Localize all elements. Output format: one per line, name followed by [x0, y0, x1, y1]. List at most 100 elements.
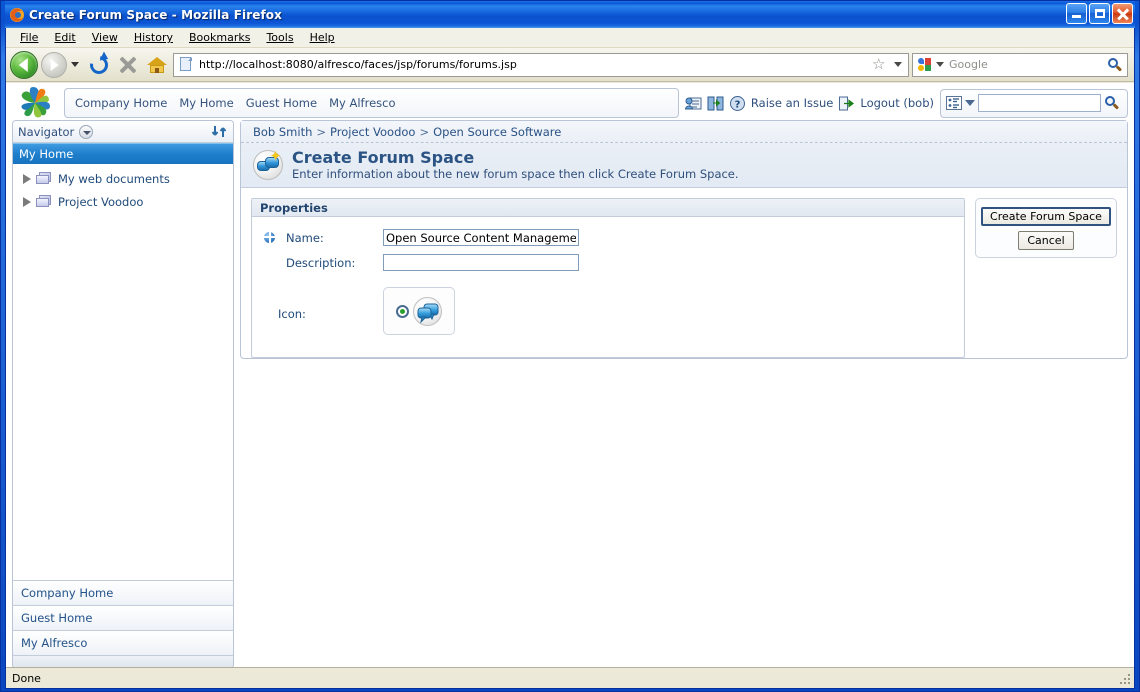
sidebar-links: Company Home Guest Home My Alfresco: [12, 580, 234, 655]
page-title-row: ✦ Create Forum Space Enter information a…: [241, 143, 1127, 188]
page-subtitle: Enter information about the new forum sp…: [292, 167, 739, 181]
icon-radio-forum[interactable]: [396, 304, 409, 318]
page-viewport: Company Home My Home Guest Home My Alfre…: [6, 83, 1134, 667]
field-row-icon: Icon:: [252, 287, 964, 335]
title-bar: Create Forum Space - Mozilla Firefox: [5, 1, 1135, 28]
refresh-icon[interactable]: [211, 123, 228, 140]
folder-icon: [36, 194, 53, 209]
app-search-input[interactable]: [978, 94, 1101, 112]
tree-item-my-web-documents[interactable]: My web documents: [13, 167, 233, 190]
name-input[interactable]: [383, 229, 579, 246]
status-text: Done: [12, 671, 41, 685]
menu-view[interactable]: View: [84, 29, 126, 46]
breadcrumb-item-project-voodoo[interactable]: Project Voodoo: [330, 125, 415, 139]
create-forum-space-panel: Bob Smith > Project Voodoo > Open Source…: [240, 120, 1128, 359]
breadcrumb-item-bob-smith[interactable]: Bob Smith: [253, 125, 312, 139]
field-row-name: Name:: [252, 225, 964, 250]
shortcut-company-home[interactable]: Company Home: [75, 96, 167, 110]
history-dropdown-icon[interactable]: [71, 62, 79, 67]
google-icon: [917, 57, 933, 73]
menu-history[interactable]: History: [126, 29, 181, 46]
menu-bookmarks[interactable]: Bookmarks: [181, 29, 258, 46]
menu-tools-label: Tools: [266, 31, 294, 44]
app-search-go-icon[interactable]: [1104, 95, 1120, 111]
field-row-description: Description:: [252, 250, 964, 275]
menu-edit[interactable]: Edit: [46, 29, 83, 46]
page-title: Create Forum Space: [292, 148, 475, 167]
forward-button[interactable]: [41, 51, 67, 78]
chevron-down-icon[interactable]: [79, 124, 94, 139]
stop-button[interactable]: [115, 52, 141, 78]
app-header: Company Home My Home Guest Home My Alfre…: [6, 83, 1134, 120]
sidebar-link-guest-home[interactable]: Guest Home: [12, 605, 234, 630]
logout-link[interactable]: Logout (bob): [860, 96, 934, 110]
search-options-icon[interactable]: [946, 96, 962, 110]
search-options-dropdown-icon[interactable]: [965, 100, 975, 106]
breadcrumb-separator: >: [316, 124, 327, 139]
folder-icon: [36, 171, 53, 186]
chevron-right-icon[interactable]: [23, 173, 31, 184]
create-forum-space-button[interactable]: Create Forum Space: [981, 207, 1111, 226]
logout-icon[interactable]: [838, 95, 855, 112]
icon-picker[interactable]: [383, 287, 455, 335]
breadcrumb-item-open-source-software[interactable]: Open Source Software: [433, 125, 561, 139]
menu-tools[interactable]: Tools: [258, 29, 301, 46]
bookmark-star-icon[interactable]: ☆: [872, 54, 888, 73]
help-icon[interactable]: ?: [729, 95, 746, 112]
url-dropdown-icon[interactable]: [894, 62, 902, 67]
status-bar: Done: [6, 667, 1134, 688]
properties-header: Properties: [252, 199, 964, 217]
search-engine-dropdown-icon[interactable]: [936, 62, 944, 67]
bookmark-star-glyph: ☆: [872, 54, 886, 73]
icon-label: Icon:: [278, 307, 306, 321]
alfresco-logo[interactable]: [16, 86, 54, 120]
tree-item-label: Project Voodoo: [58, 194, 144, 209]
menu-help-label: Help: [309, 31, 335, 44]
navigator-tree: My web documents Project Voodoo: [13, 164, 233, 580]
home-button[interactable]: [144, 52, 170, 78]
menu-help[interactable]: Help: [302, 29, 343, 46]
shortcut-my-home[interactable]: My Home: [179, 96, 233, 110]
sidebar-item-my-home[interactable]: My Home: [13, 143, 233, 164]
maximize-button[interactable]: [1089, 3, 1110, 24]
header-tools: ? Raise an Issue Logout (bob): [679, 95, 940, 112]
menu-file[interactable]: File: [12, 29, 46, 46]
properties-body: Name: Description:: [252, 217, 964, 335]
browser-search-bar[interactable]: Google: [912, 52, 1128, 77]
sidebar: Navigator My Home My web documents Proje…: [12, 120, 234, 667]
window-controls: [1066, 3, 1133, 24]
forum-icon[interactable]: [413, 296, 442, 326]
user-profile-icon[interactable]: [684, 95, 702, 112]
app-search-bar: [940, 88, 1128, 118]
menu-view-label: View: [91, 31, 118, 44]
sidebar-footer: [12, 655, 234, 667]
svg-text:?: ?: [735, 99, 741, 110]
breadcrumb-separator: >: [419, 124, 430, 139]
cancel-button[interactable]: Cancel: [1018, 231, 1074, 250]
navigation-toolbar: http://localhost:8080/alfresco/faces/jsp…: [6, 48, 1134, 82]
description-input[interactable]: [383, 254, 579, 271]
search-icon[interactable]: [1107, 57, 1123, 73]
shortcut-guest-home[interactable]: Guest Home: [246, 96, 317, 110]
chevron-right-icon[interactable]: [23, 196, 31, 207]
page-favicon-icon: [178, 56, 194, 73]
name-label: Name:: [286, 230, 324, 245]
close-button[interactable]: [1112, 3, 1133, 24]
sidebar-link-company-home[interactable]: Company Home: [12, 580, 234, 605]
navigator-title: Navigator: [18, 124, 75, 139]
raise-issue-link[interactable]: Raise an Issue: [751, 96, 833, 110]
resize-grip[interactable]: [1118, 672, 1132, 686]
tree-item-label: My web documents: [58, 171, 170, 186]
tree-item-project-voodoo[interactable]: Project Voodoo: [13, 190, 233, 213]
url-bar[interactable]: http://localhost:8080/alfresco/faces/jsp…: [173, 52, 909, 77]
page-title-texts: Create Forum Space Enter information abo…: [292, 148, 739, 182]
migrate-icon[interactable]: [707, 95, 724, 112]
url-input[interactable]: http://localhost:8080/alfresco/faces/jsp…: [199, 58, 870, 71]
shortcut-my-alfresco[interactable]: My Alfresco: [329, 96, 395, 110]
sidebar-link-my-alfresco[interactable]: My Alfresco: [12, 630, 234, 655]
minimize-button[interactable]: [1066, 3, 1087, 24]
window-client-area: File Edit View History Bookmarks Tools H…: [5, 28, 1135, 689]
browser-search-input[interactable]: Google: [949, 58, 1107, 71]
back-button[interactable]: [10, 50, 38, 79]
reload-button[interactable]: [86, 50, 112, 78]
